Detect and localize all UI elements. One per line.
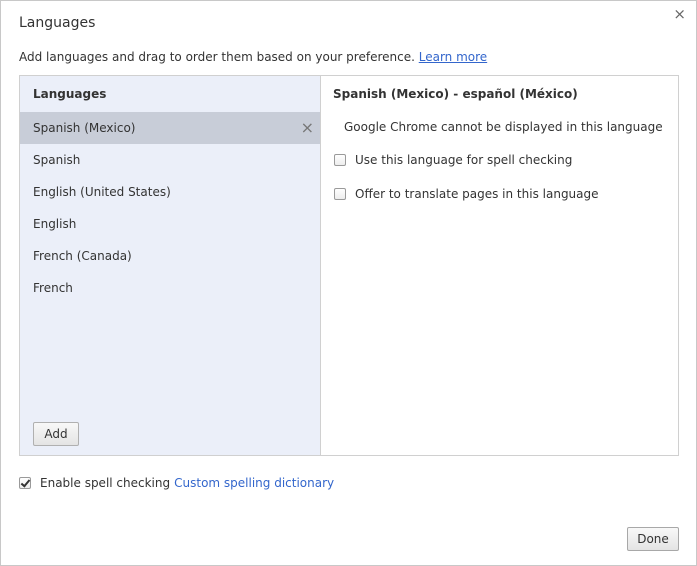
language-item-spanish-mexico[interactable]: Spanish (Mexico) × (20, 112, 320, 144)
done-button[interactable]: Done (627, 527, 679, 551)
language-item-english-us[interactable]: English (United States) (20, 176, 320, 208)
language-item-label: English (United States) (33, 185, 171, 199)
close-icon[interactable]: × (673, 6, 686, 22)
language-list-header: Languages (33, 87, 107, 101)
dialog-title: Languages (19, 15, 96, 31)
language-list: Spanish (Mexico) × Spanish English (Unit… (20, 112, 320, 304)
language-item-english[interactable]: English (20, 208, 320, 240)
language-details-header: Spanish (Mexico) - español (México) (333, 87, 578, 101)
spell-check-row: Use this language for spell checking (334, 153, 572, 167)
languages-dialog: Languages × Add languages and drag to or… (0, 0, 697, 566)
remove-language-icon[interactable]: × (301, 112, 314, 144)
language-item-spanish[interactable]: Spanish (20, 144, 320, 176)
language-item-label: Spanish (33, 153, 81, 167)
languages-panel: Languages Spanish (Mexico) × Spanish Eng… (19, 75, 679, 456)
language-item-label: English (33, 217, 77, 231)
language-item-french[interactable]: French (20, 272, 320, 304)
dialog-description: Add languages and drag to order them bas… (19, 50, 487, 64)
language-item-label: Spanish (Mexico) (33, 121, 136, 135)
description-text: Add languages and drag to order them bas… (19, 50, 415, 64)
enable-spell-check-row: Enable spell checking Custom spelling di… (19, 476, 334, 490)
custom-dictionary-link[interactable]: Custom spelling dictionary (174, 476, 334, 490)
language-details-pane: Spanish (Mexico) - español (México) Goog… (321, 76, 678, 455)
translate-label[interactable]: Offer to translate pages in this languag… (355, 187, 599, 201)
language-item-french-canada[interactable]: French (Canada) (20, 240, 320, 272)
spell-check-label[interactable]: Use this language for spell checking (355, 153, 572, 167)
display-language-note: Google Chrome cannot be displayed in thi… (344, 120, 663, 134)
translate-checkbox[interactable] (334, 188, 346, 200)
enable-spell-check-checkbox[interactable] (19, 477, 31, 489)
add-language-button[interactable]: Add (33, 422, 79, 446)
language-list-pane: Languages Spanish (Mexico) × Spanish Eng… (20, 76, 321, 455)
translate-row: Offer to translate pages in this languag… (334, 187, 599, 201)
enable-spell-check-label[interactable]: Enable spell checking (40, 476, 170, 490)
learn-more-link[interactable]: Learn more (419, 50, 487, 64)
language-item-label: French (33, 281, 73, 295)
spell-check-checkbox[interactable] (334, 154, 346, 166)
language-item-label: French (Canada) (33, 249, 132, 263)
